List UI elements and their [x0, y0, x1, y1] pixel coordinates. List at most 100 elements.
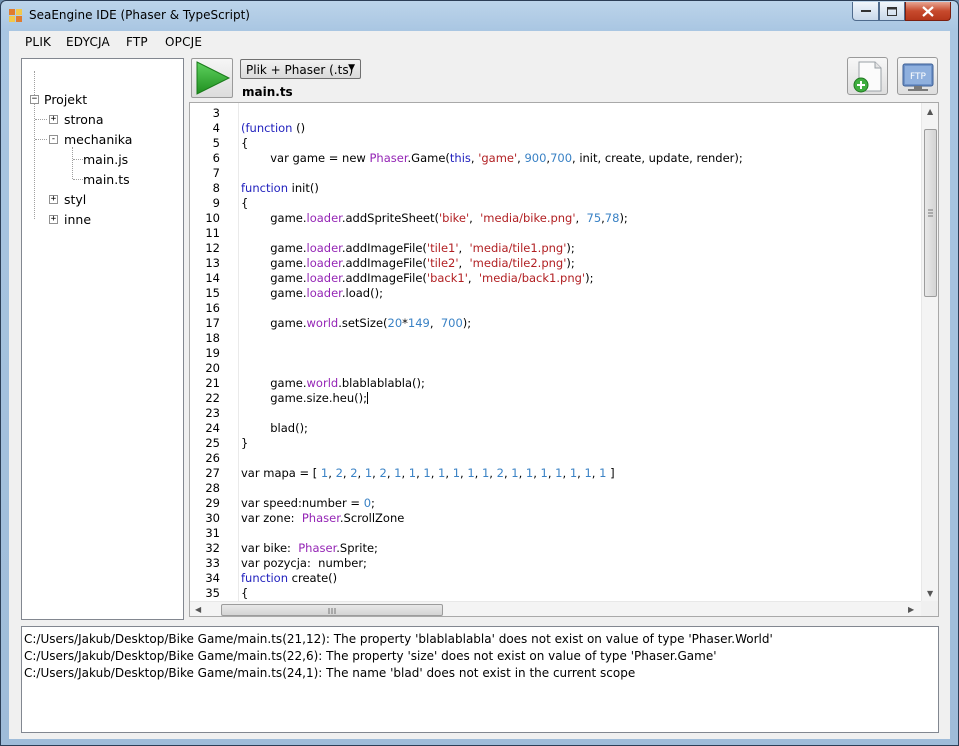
code-line[interactable]: 11 [190, 226, 921, 241]
app-icon[interactable] [9, 9, 23, 23]
code-text[interactable]: var speed:number = 0; [241, 496, 375, 511]
code-line[interactable]: 20 [190, 361, 921, 376]
code-line[interactable]: 25} [190, 436, 921, 451]
code-line[interactable]: 15 game.loader.load(); [190, 286, 921, 301]
code-line[interactable]: 23 [190, 406, 921, 421]
scroll-down-icon[interactable]: ▼ [927, 589, 933, 598]
scroll-left-icon[interactable]: ◀ [195, 605, 201, 614]
menu-ftp[interactable]: FTP [126, 35, 148, 49]
horizontal-scroll-thumb[interactable] [221, 604, 443, 616]
title-bar[interactable]: SeaEngine IDE (Phaser & TypeScript) [1, 1, 958, 31]
tree-item-main-ts[interactable]: main.ts [83, 172, 130, 187]
menu-plik[interactable]: PLIK [25, 35, 51, 49]
vertical-scrollbar[interactable]: ▲ ▼ [921, 103, 938, 601]
code-line[interactable]: 14 game.loader.addImageFile('back1', 'me… [190, 271, 921, 286]
code-lines[interactable]: 3 4 (function () 5{6 var game = new Phaser.… [190, 106, 921, 601]
code-line[interactable]: 31 [190, 526, 921, 541]
output-line[interactable]: C:/Users/Jakub/Desktop/Bike Game/main.ts… [24, 665, 938, 682]
code-line[interactable]: 21 game.world.blablablabla(); [190, 376, 921, 391]
tree-collapse-root[interactable]: − [30, 95, 39, 104]
code-line[interactable]: 33 var pozycja: number; [190, 556, 921, 571]
tree-expand-inne[interactable]: + [49, 215, 58, 224]
tree-collapse-mechanika[interactable]: - [49, 135, 58, 144]
code-line[interactable]: 7 [190, 166, 921, 181]
tree-connector [35, 119, 47, 120]
tree-item-inne[interactable]: inne [64, 212, 91, 227]
code-line[interactable]: 32 var bike: Phaser.Sprite; [190, 541, 921, 556]
code-line[interactable]: 10 game.loader.addSpriteSheet('bike', 'm… [190, 211, 921, 226]
code-token: 149 [407, 316, 430, 330]
code-line[interactable]: 17 game.world.setSize(20*149, 700); [190, 316, 921, 331]
project-tree[interactable]: − Projekt + strona - mechanika main.js m… [21, 58, 184, 620]
code-text[interactable]: { [241, 136, 248, 151]
code-line[interactable]: 8 function init() [190, 181, 921, 196]
code-line[interactable]: 34 function create() [190, 571, 921, 586]
horizontal-scrollbar[interactable]: ◀ ▶ [190, 601, 921, 616]
tree-item-mechanika[interactable]: mechanika [64, 132, 132, 147]
code-line[interactable]: 12 game.loader.addImageFile('tile1', 'me… [190, 241, 921, 256]
code-text[interactable]: var bike: Phaser.Sprite; [241, 541, 378, 556]
new-file-button[interactable] [847, 57, 888, 95]
code-line[interactable]: 6 var game = new Phaser.Game(this, 'game… [190, 151, 921, 166]
tree-item-main-js[interactable]: main.js [83, 152, 128, 167]
run-button[interactable] [191, 58, 233, 98]
filetype-select[interactable]: Plik + Phaser (.ts) ▼ [240, 59, 361, 79]
code-text[interactable]: game.loader.addImageFile('tile2', 'media… [241, 256, 575, 271]
code-text[interactable]: function init() [241, 181, 319, 196]
code-line[interactable]: 3 [190, 106, 921, 121]
code-line[interactable]: 28 [190, 481, 921, 496]
maximize-button[interactable] [879, 2, 905, 21]
tree-item-styl[interactable]: styl [64, 192, 86, 207]
code-line[interactable]: 35 { [190, 586, 921, 601]
code-line[interactable]: 27 var mapa = [ 1, 2, 2, 1, 2, 1, 1, 1, 1… [190, 466, 921, 481]
scroll-up-icon[interactable]: ▲ [927, 107, 933, 116]
code-token: , [458, 256, 470, 270]
code-text[interactable]: var zone: Phaser.ScrollZone [241, 511, 404, 526]
code-text[interactable]: game.world.blablablabla(); [241, 376, 425, 391]
code-text[interactable]: game.world.setSize(20*149, 700); [241, 316, 471, 331]
code-line[interactable]: 9{ [190, 196, 921, 211]
code-text[interactable]: game.loader.addSpriteSheet('bike', 'medi… [241, 211, 628, 226]
close-button[interactable] [905, 2, 951, 21]
code-line[interactable]: 29 var speed:number = 0; [190, 496, 921, 511]
code-line[interactable]: 19 [190, 346, 921, 361]
code-text[interactable]: { [241, 196, 248, 211]
vertical-scroll-thumb[interactable] [924, 129, 937, 297]
tree-item-strona[interactable]: strona [64, 112, 104, 127]
code-text[interactable]: { [241, 586, 248, 601]
code-line[interactable]: 4 (function () [190, 121, 921, 136]
ftp-button[interactable]: FTP [897, 57, 938, 95]
code-text[interactable]: var game = new Phaser.Game(this, 'game',… [241, 151, 743, 166]
code-text[interactable]: game.loader.addImageFile('back1', 'media… [241, 271, 593, 286]
code-text[interactable]: var pozycja: number; [241, 556, 367, 571]
code-text[interactable]: function create() [241, 571, 337, 586]
code-editor[interactable]: 3 4 (function () 5{6 var game = new Phaser.… [189, 102, 939, 617]
menu-opcje[interactable]: OPCJE [165, 35, 202, 49]
code-line[interactable]: 22 game.size.heu(); [190, 391, 921, 406]
code-line[interactable]: 26 [190, 451, 921, 466]
output-line[interactable]: C:/Users/Jakub/Desktop/Bike Game/main.ts… [24, 648, 938, 665]
code-text[interactable]: (function () [241, 121, 305, 136]
code-line[interactable]: 18 [190, 331, 921, 346]
code-text[interactable]: game.loader.addImageFile('tile1', 'media… [241, 241, 575, 256]
code-text[interactable]: game.size.heu(); [241, 391, 368, 406]
tree-expand-strona[interactable]: + [49, 115, 58, 124]
code-line[interactable]: 24 blad(); [190, 421, 921, 436]
code-text[interactable]: var mapa = [ 1, 2, 2, 1, 2, 1, 1, 1, 1, … [241, 466, 615, 481]
code-line[interactable]: 5{ [190, 136, 921, 151]
code-line[interactable]: 30 var zone: Phaser.ScrollZone [190, 511, 921, 526]
compiler-output[interactable]: C:/Users/Jakub/Desktop/Bike Game/main.ts… [21, 626, 939, 733]
code-text[interactable]: } [241, 436, 248, 451]
minimize-button[interactable] [852, 2, 879, 21]
menu-edycja[interactable]: EDYCJA [66, 35, 110, 49]
output-line[interactable]: C:/Users/Jakub/Desktop/Bike Game/main.ts… [24, 631, 938, 648]
editor-filename: main.ts [242, 85, 293, 99]
code-token: 20 [387, 316, 403, 330]
code-line[interactable]: 16 [190, 301, 921, 316]
scroll-right-icon[interactable]: ▶ [908, 605, 914, 614]
code-text[interactable]: game.loader.load(); [241, 286, 383, 301]
tree-item-projekt[interactable]: Projekt [44, 92, 87, 107]
tree-expand-styl[interactable]: + [49, 195, 58, 204]
code-line[interactable]: 13 game.loader.addImageFile('tile2', 'me… [190, 256, 921, 271]
code-text[interactable]: blad(); [241, 421, 308, 436]
